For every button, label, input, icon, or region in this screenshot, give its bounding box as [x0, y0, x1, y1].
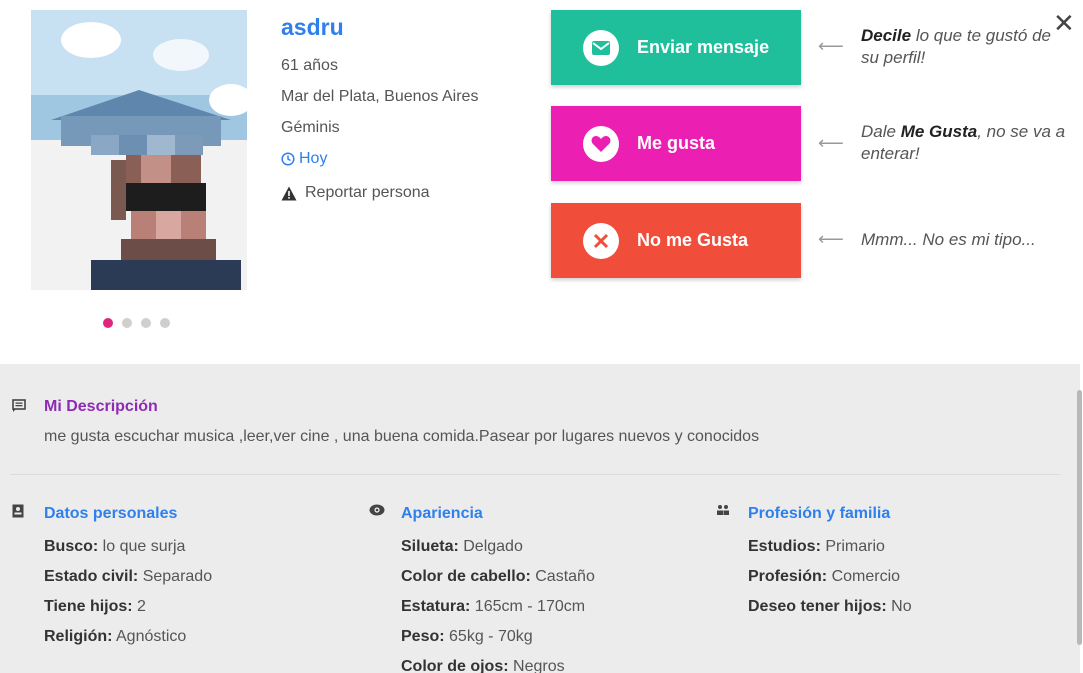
hint-like-pre: Dale [861, 122, 901, 141]
list-item: Estatura: 165cm - 170cm [401, 598, 586, 615]
envelope-icon [583, 29, 619, 66]
list-item: Deseo tener hijos: No [748, 598, 912, 615]
scrollbar[interactable] [1077, 390, 1082, 645]
report-person-link[interactable]: Reportar persona [281, 184, 478, 202]
description-title: Mi Descripción [44, 398, 158, 415]
arrow-left-icon: ⟵ [818, 133, 844, 153]
heart-icon [583, 125, 619, 162]
list-item: Tiene hijos: 2 [44, 598, 146, 615]
report-person-label: Reportar persona [305, 184, 430, 201]
last-seen: Hoy [281, 143, 478, 174]
profile-location: Mar del Plata, Buenos Aires [281, 88, 479, 105]
send-message-label: Enviar mensaje [637, 37, 770, 57]
profile-name[interactable]: asdru [281, 12, 478, 42]
photo-dot[interactable] [103, 318, 113, 328]
personal-data-section: Datos personales Busco: lo que surja Est… [12, 502, 213, 652]
description-text: me gusta escuchar musica ,leer,ver cine … [44, 428, 760, 445]
hint-like-bold: Me Gusta [900, 122, 978, 141]
close-circle-icon [583, 222, 619, 259]
arrow-left-icon: ⟵ [818, 229, 844, 249]
id-card-icon [12, 504, 24, 518]
photo-dot[interactable] [122, 318, 132, 328]
send-message-button[interactable]: Enviar mensaje [551, 10, 801, 85]
photo-dot[interactable] [141, 318, 151, 328]
clock-icon [281, 151, 295, 166]
like-button[interactable]: Me gusta [551, 106, 801, 181]
list-item: Estado civil: Separado [44, 568, 213, 585]
hint-message-bold: Decile [861, 26, 912, 45]
like-label: Me gusta [637, 133, 716, 153]
profession-section: Profesión y familia Estudios: Primario P… [717, 502, 912, 622]
last-seen-label: Hoy [299, 150, 328, 167]
list-item: Profesión: Comercio [748, 568, 901, 585]
list-item: Busco: lo que surja [44, 538, 186, 555]
appearance-section: Apariencia Silueta: Delgado Color de cab… [369, 502, 595, 673]
list-item: Color de cabello: Castaño [401, 568, 595, 585]
eye-icon [369, 504, 385, 516]
personal-data-title: Datos personales [44, 505, 178, 522]
photo-pagination [103, 318, 170, 328]
hint-dislike: Mmm... No es mi tipo... [861, 230, 1036, 249]
dislike-button[interactable]: No me Gusta [551, 203, 801, 278]
list-item: Estudios: Primario [748, 538, 885, 555]
list-item: Religión: Agnóstico [44, 628, 187, 645]
appearance-title: Apariencia [401, 505, 483, 522]
list-item: Silueta: Delgado [401, 538, 523, 555]
arrow-left-icon: ⟵ [818, 36, 844, 56]
profile-sign: Géminis [281, 119, 340, 136]
divider [10, 474, 1060, 475]
profile-photo[interactable] [31, 10, 247, 290]
people-icon [717, 505, 729, 515]
close-icon[interactable]: ✕ [1053, 10, 1075, 36]
comment-icon [12, 399, 26, 412]
photo-dot[interactable] [160, 318, 170, 328]
dislike-label: No me Gusta [637, 230, 749, 250]
hint-like: Dale Me Gusta, no se va a enterar! [861, 121, 1071, 165]
warning-icon [281, 186, 297, 200]
list-item: Peso: 65kg - 70kg [401, 628, 533, 645]
profile-age: 61 años [281, 57, 338, 74]
list-item: Color de ojos: Negros [401, 658, 565, 673]
hint-message: Decile lo que te gustó de su perfil! [861, 25, 1071, 69]
profile-info: asdru 61 años Mar del Plata, Buenos Aire… [281, 12, 478, 202]
profession-title: Profesión y familia [748, 505, 891, 522]
